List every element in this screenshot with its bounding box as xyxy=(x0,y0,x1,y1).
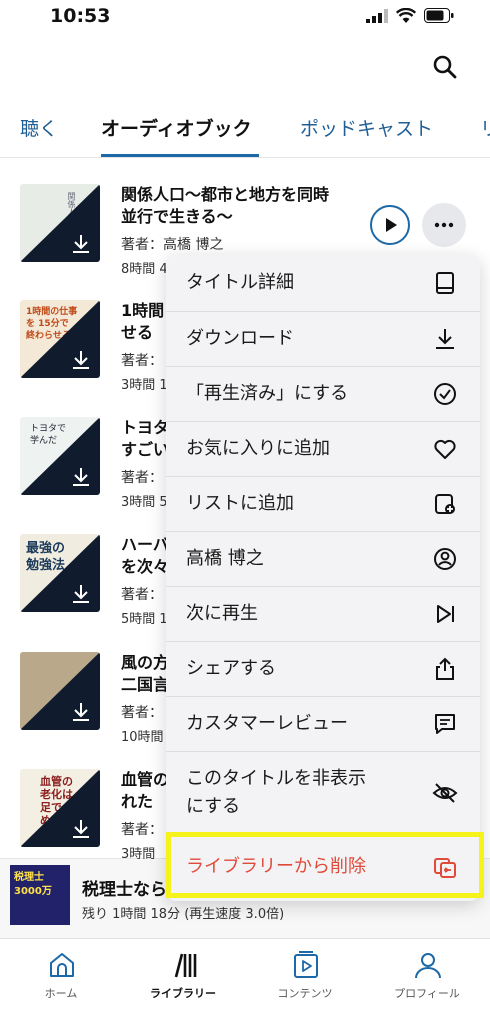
active-tab-indicator xyxy=(101,154,259,157)
menu-item-title-details[interactable]: タイトル詳細 xyxy=(166,255,480,311)
book-author: 著者： xyxy=(121,705,163,721)
profile-icon xyxy=(415,953,441,979)
menu-item-hide-title[interactable]: このタイトルを非表示 にする xyxy=(166,751,480,833)
cellular-signal-icon xyxy=(366,8,388,23)
battery-icon xyxy=(424,8,454,23)
library-tabs: 聴く オーディオブック ポッドキャスト リ xyxy=(0,100,490,158)
play-icon xyxy=(386,218,397,232)
book-author: 著者： xyxy=(121,822,163,838)
book-duration: 3時間 5 xyxy=(121,495,168,510)
menu-item-label: リストに追加 xyxy=(186,493,294,514)
tab-audiobook[interactable]: オーディオブック xyxy=(101,114,252,141)
downloaded-icon xyxy=(73,468,89,486)
tab-listen[interactable]: 聴く xyxy=(20,114,58,141)
search-button[interactable] xyxy=(432,54,458,80)
home-icon xyxy=(50,953,74,977)
play-button[interactable] xyxy=(370,205,410,245)
book-author: 著者： xyxy=(121,470,163,486)
status-icons xyxy=(366,8,454,23)
downloaded-icon xyxy=(73,703,89,721)
menu-item-label: 「再生済み」にする xyxy=(186,383,349,404)
downloaded-icon xyxy=(73,820,89,838)
tab-label: コンテンツ xyxy=(277,987,333,1000)
tab-list[interactable]: リ xyxy=(480,114,490,141)
tab-profile[interactable]: プロフィール xyxy=(366,939,488,1024)
heart-icon xyxy=(434,439,456,459)
content-icon xyxy=(294,951,318,978)
book-author: 著者： xyxy=(121,353,163,369)
tab-label: ライブラリー xyxy=(150,987,216,1000)
book-duration: 8時間 4 xyxy=(121,262,168,277)
review-icon xyxy=(435,714,455,734)
book-duration: 3時間 xyxy=(121,847,156,862)
downloaded-icon xyxy=(73,585,89,603)
book-detail-icon xyxy=(436,272,454,294)
more-icon xyxy=(434,222,454,228)
menu-item-play-next[interactable]: 次に再生 xyxy=(166,586,480,641)
status-time: 10:53 xyxy=(50,5,111,27)
share-icon xyxy=(436,657,454,680)
more-options-button[interactable] xyxy=(422,203,466,247)
menu-item-label: 高橋 博之 xyxy=(186,548,264,569)
person-icon xyxy=(434,548,456,570)
menu-item-label: カスタマーレビュー xyxy=(186,713,348,734)
context-menu: タイトル詳細 ダウンロード 「再生済み」にする お気に入りに追加 リストに追加 … xyxy=(166,255,480,901)
menu-item-label: ダウンロード xyxy=(186,328,294,349)
library-icon xyxy=(174,953,197,978)
menu-item-label: お気に入りに追加 xyxy=(186,438,330,459)
mini-player-remaining: 残り 1時間 18分 (再生速度 3.0倍) xyxy=(82,907,285,922)
book-author: 著者： xyxy=(121,587,163,603)
bottom-tab-bar: ホーム ライブラリー コンテンツ プロフィール xyxy=(0,938,490,1024)
highlight-box xyxy=(166,832,484,898)
tab-content[interactable]: コンテンツ xyxy=(244,939,366,1024)
book-cover[interactable]: 最強の 勉強法 xyxy=(20,534,100,612)
menu-item-share[interactable]: シェアする xyxy=(166,641,480,696)
menu-item-label: シェアする xyxy=(186,658,276,679)
tab-label: ホーム xyxy=(44,987,78,1000)
downloaded-icon xyxy=(73,351,89,369)
book-title[interactable]: 関係人口〜都市と地方を同時 並行で生きる〜 xyxy=(121,184,381,228)
book-cover[interactable]: トヨタで学んだ xyxy=(20,417,100,495)
tab-podcast[interactable]: ポッドキャスト xyxy=(300,114,433,141)
book-duration: 3時間 1 xyxy=(121,378,168,393)
book-cover[interactable]: 血管の 老化は 足で止められる xyxy=(20,769,100,847)
menu-item-mark-as-played[interactable]: 「再生済み」にする xyxy=(166,366,480,421)
hide-icon xyxy=(432,783,458,803)
downloaded-icon xyxy=(73,235,89,253)
menu-item-label: 次に再生 xyxy=(186,603,258,624)
book-duration: 5時間 1 xyxy=(121,612,168,627)
book-cover[interactable]: 関係人口 xyxy=(20,184,100,262)
download-icon xyxy=(436,329,454,349)
check-circle-icon xyxy=(434,383,456,405)
menu-item-add-to-list[interactable]: リストに追加 xyxy=(166,476,480,531)
menu-item-customer-review[interactable]: カスタマーレビュー xyxy=(166,696,480,751)
tab-home[interactable]: ホーム xyxy=(0,939,122,1024)
search-icon xyxy=(433,55,457,79)
menu-item-download[interactable]: ダウンロード xyxy=(166,311,480,366)
play-next-icon xyxy=(437,605,454,623)
book-cover[interactable]: 1時間の仕事を 15分で 終わらせる xyxy=(20,300,100,378)
status-bar: 10:53 xyxy=(0,0,490,40)
wifi-icon xyxy=(396,8,416,23)
menu-item-label: このタイトルを非表示 にする xyxy=(186,768,366,817)
menu-item-author[interactable]: 高橋 博之 xyxy=(166,531,480,586)
menu-item-add-favorite[interactable]: お気に入りに追加 xyxy=(166,421,480,476)
book-author: 著者：高橋 博之 xyxy=(121,237,224,253)
book-cover[interactable] xyxy=(20,652,100,730)
tab-label: プロフィール xyxy=(394,987,460,1000)
book-duration: 10時間 xyxy=(121,730,164,745)
tab-library[interactable]: ライブラリー xyxy=(122,939,244,1024)
add-to-list-icon xyxy=(435,494,455,514)
menu-item-label: タイトル詳細 xyxy=(186,272,294,293)
